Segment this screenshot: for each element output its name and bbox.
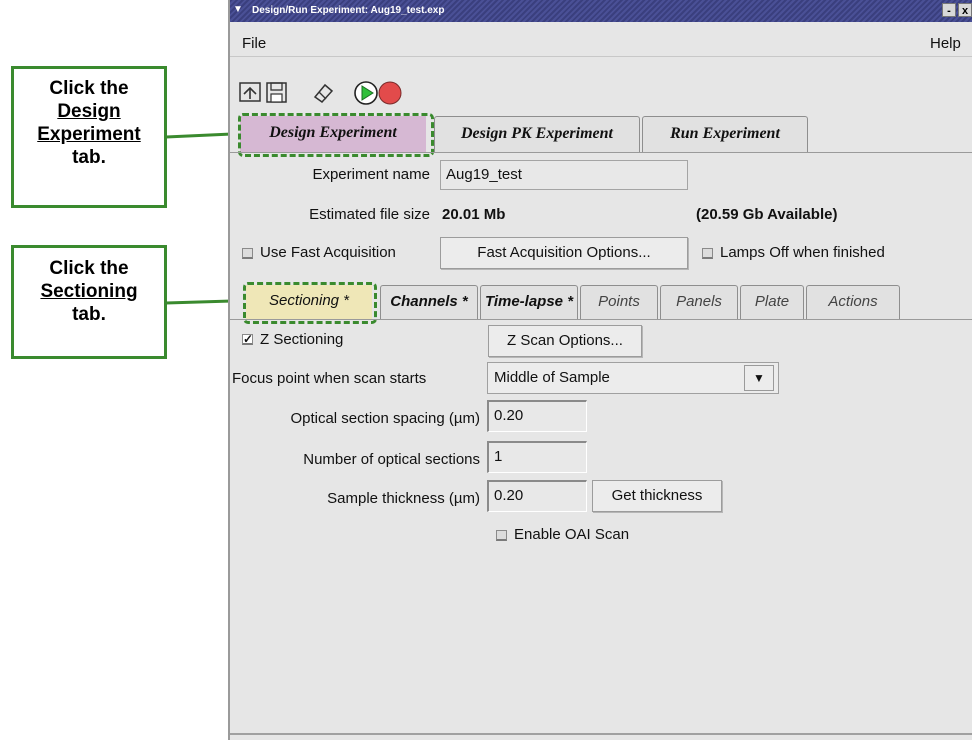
minimize-button[interactable]: -	[942, 3, 956, 17]
z-scan-options-button[interactable]: Z Scan Options...	[488, 325, 642, 357]
callout-text: Experiment	[14, 123, 164, 146]
callout-design-experiment: Click the Design Experiment tab.	[11, 66, 167, 208]
tab-channels[interactable]: Channels *	[380, 285, 478, 319]
callout-text: Design	[14, 100, 164, 123]
menu-bar: File Help	[230, 22, 972, 57]
sample-thickness-label: Sample thickness (µm)	[327, 490, 480, 507]
tab-points[interactable]: Points	[580, 285, 658, 319]
num-sections-input[interactable]: 1	[487, 441, 587, 473]
eraser-icon[interactable]	[311, 80, 337, 106]
lamps-off-label: Lamps Off when finished	[720, 244, 885, 261]
experiment-window: ▼ Design/Run Experiment: Aug19_test.exp …	[228, 0, 972, 740]
fast-acquisition-checkbox[interactable]	[242, 248, 253, 259]
design-tab-highlight	[238, 113, 434, 157]
callout-text: Click the	[49, 258, 129, 279]
tab-run-experiment[interactable]: Run Experiment	[642, 116, 808, 152]
close-button[interactable]: x	[958, 3, 972, 17]
callout-text: Click the	[49, 78, 129, 99]
callout-link-text: Sectioning	[40, 281, 138, 302]
tab-time-lapse[interactable]: Time-lapse *	[480, 285, 578, 319]
lamps-off-checkbox[interactable]	[702, 248, 713, 259]
window-menu-icon[interactable]: ▼	[233, 4, 243, 15]
fast-acquisition-label: Use Fast Acquisition	[260, 244, 396, 261]
reload-icon[interactable]	[238, 80, 264, 106]
callout-text: tab.	[72, 147, 106, 168]
tab-actions[interactable]: Actions	[806, 285, 900, 319]
window-title: Design/Run Experiment: Aug19_test.exp	[252, 5, 445, 16]
callout-link-text: Design	[57, 101, 121, 122]
file-size-label: Estimated file size	[309, 206, 430, 223]
tab-design-pk-experiment[interactable]: Design PK Experiment	[434, 116, 640, 152]
callout-text: tab.	[72, 304, 106, 325]
num-sections-label: Number of optical sections	[303, 451, 480, 468]
focus-point-select[interactable]: Middle of Sample ▼	[487, 362, 779, 394]
play-icon[interactable]	[353, 80, 379, 106]
title-bar[interactable]: ▼ Design/Run Experiment: Aug19_test.exp …	[230, 0, 972, 22]
callout-sectioning: Click the Sectioning tab.	[11, 245, 167, 359]
available-space: (20.59 Gb Available)	[696, 206, 838, 223]
section-spacing-label: Optical section spacing (µm)	[290, 410, 480, 427]
stop-icon[interactable]	[377, 80, 403, 106]
tab-plate[interactable]: Plate	[740, 285, 804, 319]
sectioning-tab-highlight	[243, 282, 377, 324]
file-size-value: 20.01 Mb	[442, 206, 506, 223]
z-sectioning-checkbox[interactable]: ✓	[242, 333, 253, 345]
callout-text: Sectioning	[14, 280, 164, 303]
save-icon[interactable]	[264, 80, 290, 106]
oai-scan-label: Enable OAI Scan	[514, 526, 630, 543]
sample-thickness-input[interactable]: 0.20	[487, 480, 587, 512]
focus-point-label: Focus point when scan starts	[232, 370, 427, 387]
experiment-name-input[interactable]: Aug19_test	[440, 160, 688, 190]
get-thickness-button[interactable]: Get thickness	[592, 480, 722, 512]
oai-scan-checkbox[interactable]	[496, 530, 507, 541]
z-sectioning-label: Z Sectioning	[260, 331, 344, 348]
tab-panels[interactable]: Panels	[660, 285, 738, 319]
section-spacing-input[interactable]: 0.20	[487, 400, 587, 432]
menu-help[interactable]: Help	[930, 35, 961, 52]
focus-point-value: Middle of Sample	[494, 369, 610, 386]
callout-link-text: Experiment	[37, 124, 141, 145]
experiment-name-label: Experiment name	[312, 166, 430, 183]
tab-panel-border	[230, 152, 972, 153]
menu-file[interactable]: File	[242, 35, 266, 52]
chevron-down-icon[interactable]: ▼	[744, 365, 774, 391]
fast-acquisition-options-button[interactable]: Fast Acquisition Options...	[440, 237, 688, 269]
window-bottom-border	[230, 733, 972, 735]
